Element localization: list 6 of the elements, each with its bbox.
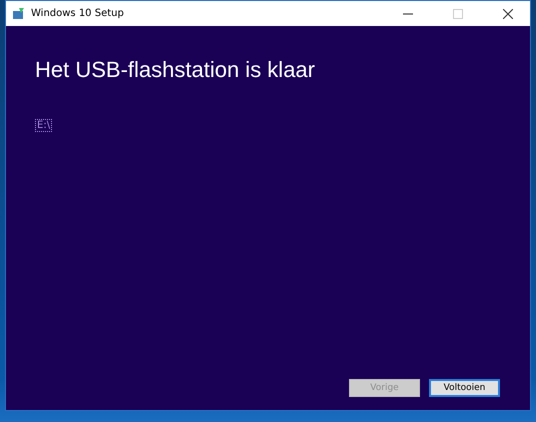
setup-icon — [13, 8, 25, 19]
window-title: Windows 10 Setup — [31, 8, 124, 19]
finish-button[interactable]: Voltooien — [429, 379, 500, 397]
drive-item[interactable]: E:\ — [35, 119, 52, 132]
page-heading: Het USB-flashstation is klaar — [35, 57, 316, 83]
close-icon[interactable] — [503, 8, 513, 18]
